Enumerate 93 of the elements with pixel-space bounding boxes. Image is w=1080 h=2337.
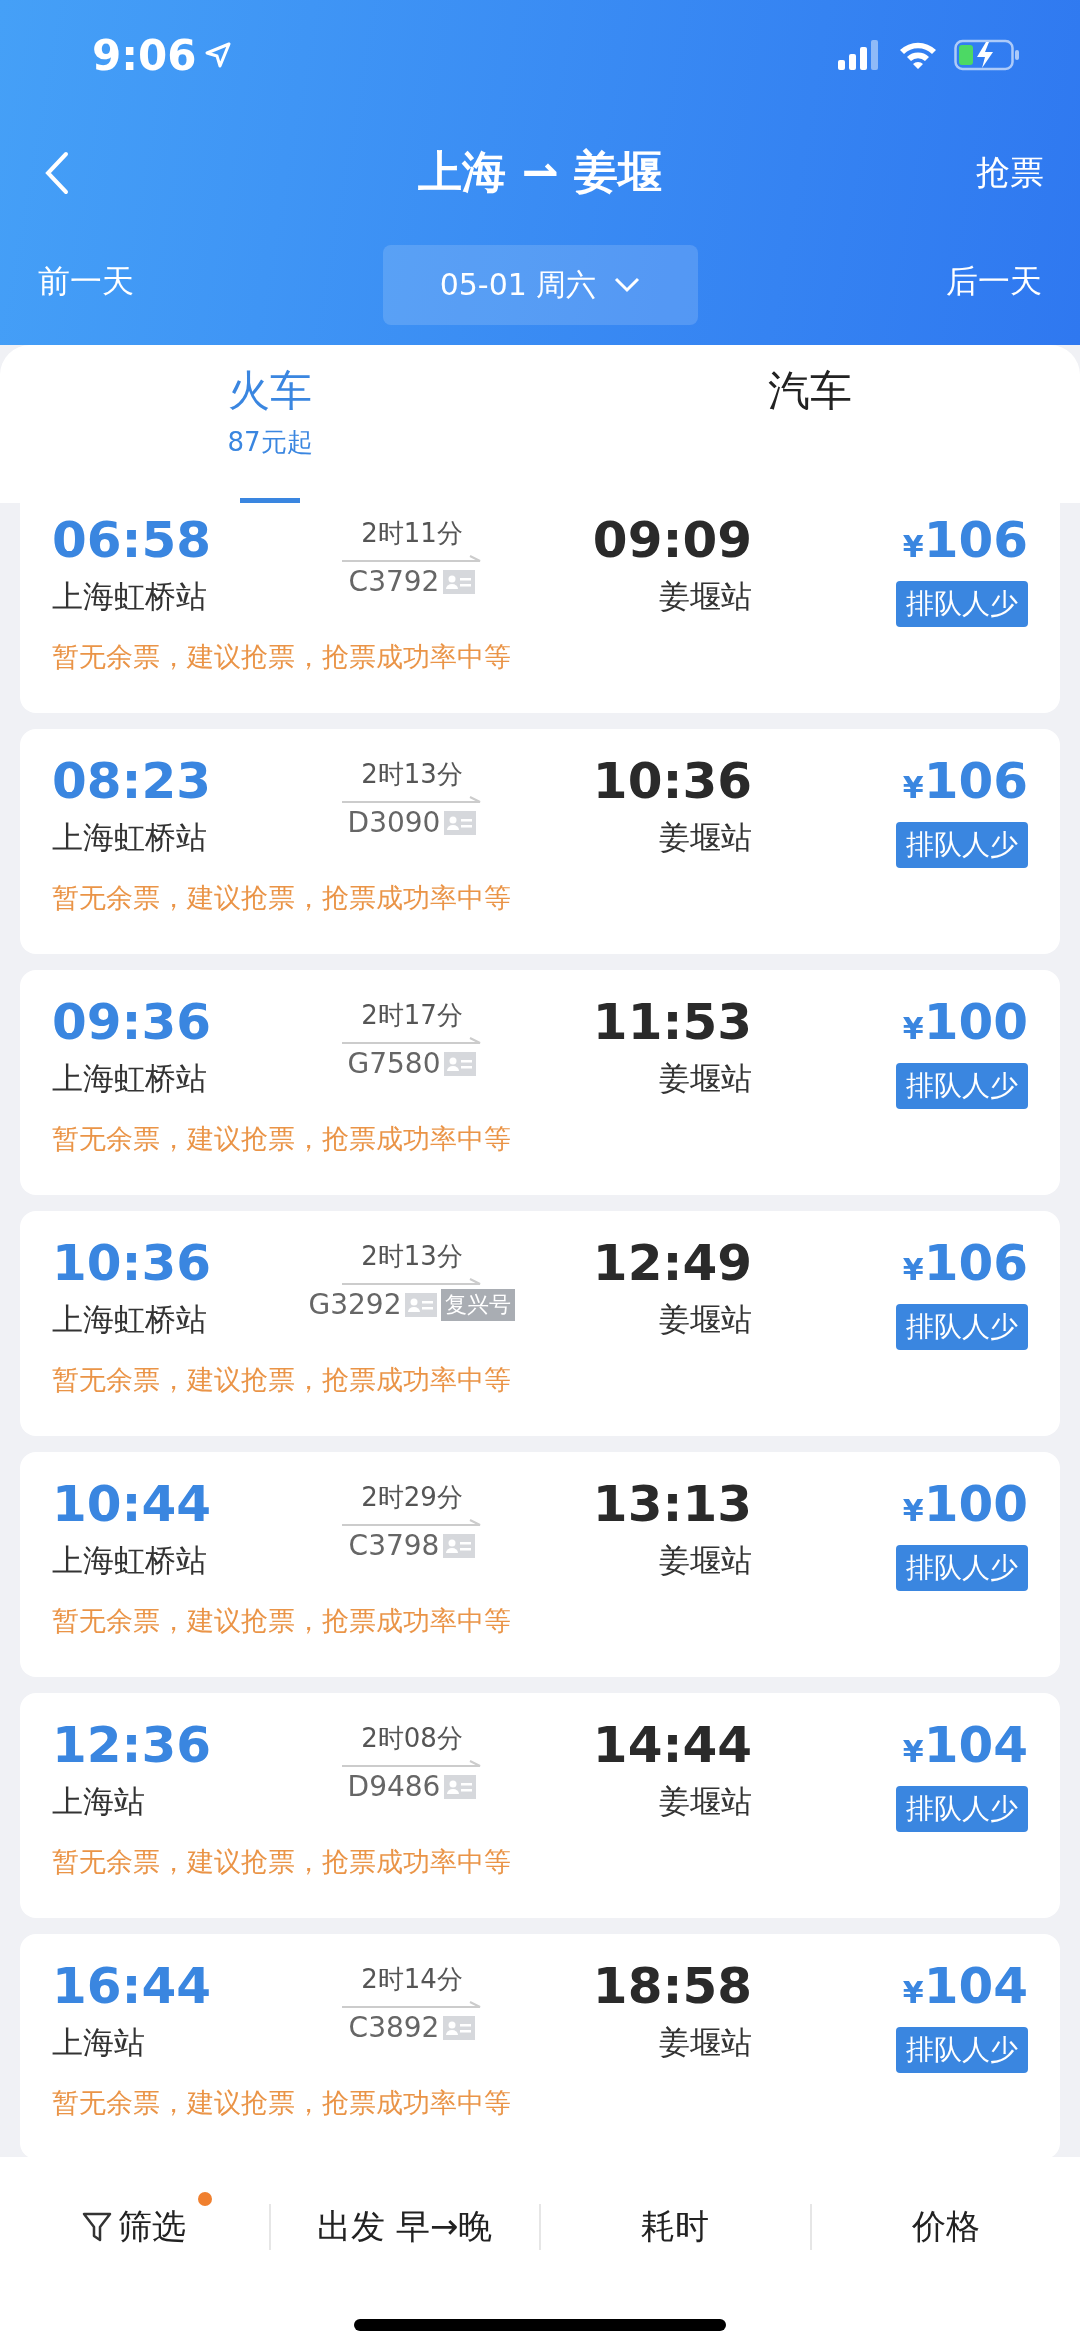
queue-badge: 排队人少	[896, 581, 1028, 627]
location-arrow-icon	[204, 41, 233, 69]
arrival-time: 18:58	[592, 1956, 752, 2016]
train-card[interactable]: 12:36 上海站 2时08分 D9486 14:44 姜堰站 ¥104 排队人少 暂无余票，建议抢票，抢票成功率中等	[20, 1693, 1060, 1918]
sort-button[interactable]: 出发 早→晚	[317, 2204, 493, 2250]
arrival-time: 13:13	[592, 1474, 752, 1534]
train-card[interactable]: 10:36 上海虹桥站 2时13分 G3292 复兴号 12:49 姜堰站 ¥106 排队人少 暂无余票，建议抢票，抢票成功率中等	[20, 1211, 1060, 1436]
departure-station: 上海虹桥站	[52, 1300, 208, 1339]
ticket-note: 暂无余票，建议抢票，抢票成功率中等	[52, 1122, 512, 1156]
departure-time: 09:36	[52, 992, 213, 1052]
sort-button[interactable]: 耗时	[641, 2204, 710, 2250]
departure-station: 上海虹桥站	[52, 1059, 208, 1098]
duration: 2时13分	[361, 758, 463, 791]
price: ¥106	[902, 510, 1028, 571]
departure-time: 08:23	[52, 751, 213, 811]
departure-time: 16:44	[52, 1956, 213, 2016]
departure-station: 上海虹桥站	[52, 1541, 208, 1580]
id-card-icon	[444, 1051, 477, 1076]
price: ¥100	[902, 1474, 1028, 1535]
arrival-station: 姜堰站	[659, 2023, 752, 2062]
id-card-icon	[444, 810, 477, 835]
ticket-note: 暂无余票，建议抢票，抢票成功率中等	[52, 881, 512, 915]
ticket-note: 暂无余票，建议抢票，抢票成功率中等	[52, 1604, 512, 1638]
train-number: D9486	[347, 1770, 441, 1803]
duration: 2时11分	[361, 517, 463, 550]
next-day-button[interactable]: 后一天	[946, 260, 1042, 304]
price: ¥100	[902, 992, 1028, 1053]
battery-charging-icon	[954, 39, 1020, 71]
id-card-icon	[443, 1533, 476, 1558]
train-number: C3792	[348, 565, 440, 598]
chevron-down-icon	[614, 277, 641, 293]
train-card[interactable]: 08:23 上海虹桥站 2时13分 D3090 10:36 姜堰站 ¥106 排队人少 暂无余票，建议抢票，抢票成功率中等	[20, 729, 1060, 954]
arrival-time: 10:36	[592, 751, 752, 811]
sort-button[interactable]: 价格	[911, 2204, 980, 2250]
price: ¥106	[902, 1233, 1028, 1294]
price: ¥106	[902, 751, 1028, 812]
arrival-time: 12:49	[592, 1233, 752, 1293]
train-card[interactable]: 09:36 上海虹桥站 2时17分 G7580 11:53 姜堰站 ¥100 排队人少 暂无余票，建议抢票，抢票成功率中等	[20, 970, 1060, 1195]
train-number: D3090	[347, 806, 441, 839]
train-card[interactable]: 10:44 上海虹桥站 2时29分 C3798 13:13 姜堰站 ¥100 排队人少 暂无余票，建议抢票，抢票成功率中等	[20, 1452, 1060, 1677]
departure-station: 上海站	[52, 2023, 146, 2062]
departure-station: 上海虹桥站	[52, 577, 208, 616]
arrival-time: 09:09	[592, 510, 752, 570]
price: ¥104	[902, 1715, 1028, 1776]
arrival-station: 姜堰站	[659, 1782, 752, 1821]
ticket-note: 暂无余票，建议抢票，抢票成功率中等	[52, 1845, 512, 1879]
arrival-station: 姜堰站	[659, 818, 752, 857]
arrival-station: 姜堰站	[659, 577, 752, 616]
queue-badge: 排队人少	[896, 1545, 1028, 1591]
queue-badge: 排队人少	[896, 1786, 1028, 1832]
arrival-station: 姜堰站	[659, 1300, 752, 1339]
arrival-time: 14:44	[592, 1715, 752, 1775]
train-number: G3292	[308, 1288, 402, 1321]
train-card[interactable]: 16:44 上海站 2时14分 C3892 18:58 姜堰站 ¥104 排队人少 暂无余票，建议抢票，抢票成功率中等	[20, 1934, 1060, 2157]
arrival-station: 姜堰站	[659, 1541, 752, 1580]
train-tag: 复兴号	[441, 1288, 516, 1321]
duration: 2时13分	[361, 1240, 463, 1273]
id-card-icon	[443, 2015, 476, 2040]
id-card-icon	[443, 569, 476, 594]
departure-time: 06:58	[52, 510, 213, 570]
ticket-note: 暂无余票，建议抢票，抢票成功率中等	[52, 640, 512, 674]
train-number: C3798	[348, 1529, 440, 1562]
queue-badge: 排队人少	[896, 1063, 1028, 1109]
filter-button[interactable]: 筛选	[82, 2204, 187, 2250]
arrival-time: 11:53	[592, 992, 752, 1052]
price: ¥104	[902, 1956, 1028, 2017]
departure-station: 上海虹桥站	[52, 818, 208, 857]
duration: 2时14分	[361, 1963, 463, 1996]
departure-time: 12:36	[52, 1715, 213, 1775]
ticket-note: 暂无余票，建议抢票，抢票成功率中等	[52, 2086, 512, 2120]
train-card[interactable]: 06:58 上海虹桥站 2时11分 C3792 09:09 姜堰站 ¥106 排队人少 暂无余票，建议抢票，抢票成功率中等	[20, 503, 1060, 713]
id-card-icon	[444, 1774, 477, 1799]
departure-time: 10:36	[52, 1233, 213, 1293]
departure-time: 10:44	[52, 1474, 213, 1534]
arrival-station: 姜堰站	[659, 1059, 752, 1098]
departure-station: 上海站	[52, 1782, 146, 1821]
wifi-icon	[898, 40, 938, 70]
train-number: G7580	[347, 1047, 441, 1080]
filter-icon	[82, 2211, 113, 2243]
duration: 2时17分	[361, 999, 463, 1032]
route-title: 上海 ⇀ 姜堰	[418, 146, 662, 197]
ticket-note: 暂无余票，建议抢票，抢票成功率中等	[52, 1363, 512, 1397]
grab-ticket-button[interactable]: 抢票	[976, 149, 1044, 196]
id-card-icon	[405, 1292, 438, 1317]
train-number: C3892	[348, 2011, 440, 2044]
duration: 2时29分	[361, 1481, 463, 1514]
transport-tab[interactable]: 火车 87元起	[0, 345, 540, 503]
duration: 2时08分	[361, 1722, 463, 1755]
queue-badge: 排队人少	[896, 2027, 1028, 2073]
queue-badge: 排队人少	[896, 822, 1028, 868]
transport-tab[interactable]: 汽车	[540, 345, 1080, 503]
queue-badge: 排队人少	[896, 1304, 1028, 1350]
status-time: 9:06	[92, 30, 197, 80]
